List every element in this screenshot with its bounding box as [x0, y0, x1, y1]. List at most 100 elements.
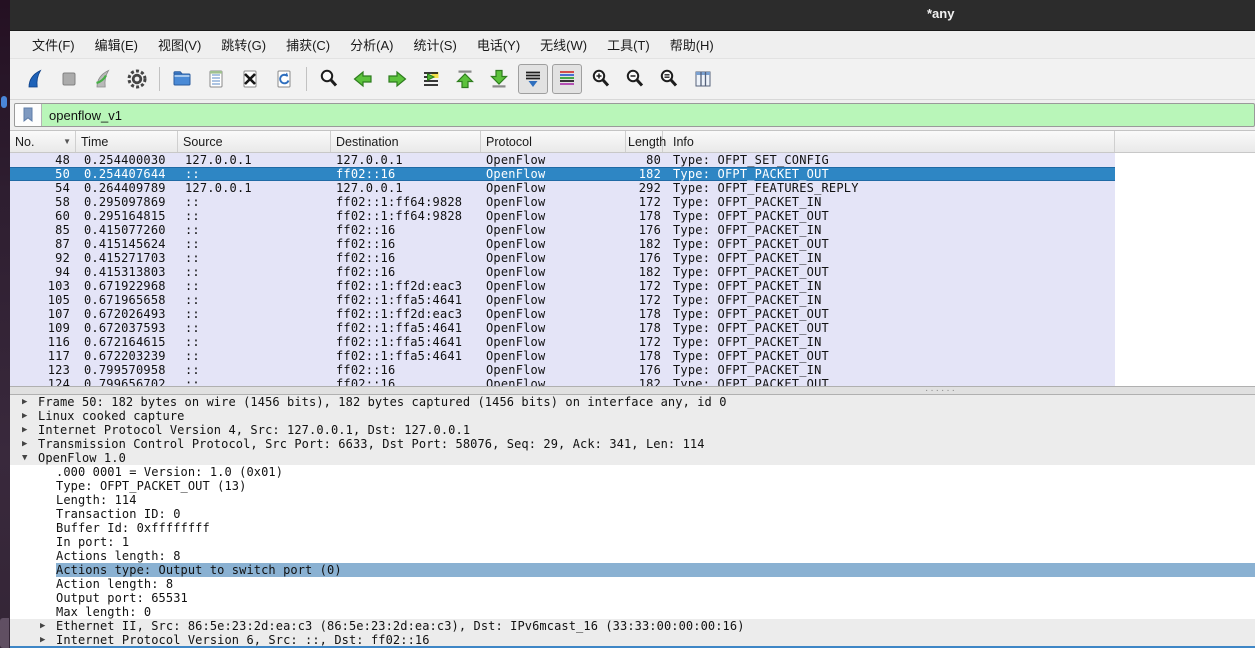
capture-options-gear-icon[interactable]	[122, 64, 152, 94]
column-header-destination[interactable]: Destination	[331, 131, 481, 152]
packet-row[interactable]: 109 0.672037593 :: ff02::1:ffa5:4641 Ope…	[10, 321, 1115, 335]
filter-bookmark-button[interactable]	[15, 104, 42, 126]
packet-row[interactable]: 87 0.415145624 :: ff02::16 OpenFlow 182 …	[10, 237, 1115, 251]
column-header-source[interactable]: Source	[178, 131, 331, 152]
packet-info: Type: OFPT_SET_CONFIG	[673, 153, 829, 167]
detail-row[interactable]: In port: 1	[10, 535, 1255, 549]
column-header-time[interactable]: Time	[76, 131, 178, 152]
expand-arrow-icon[interactable]	[22, 409, 38, 423]
expand-arrow-icon[interactable]	[40, 633, 56, 647]
packet-destination: ff02::1:ffa5:4641	[336, 321, 463, 335]
stop-capture-icon[interactable]	[54, 64, 84, 94]
expand-arrow-icon[interactable]	[22, 437, 38, 451]
packet-row[interactable]: 50 0.254407644 :: ff02::16 OpenFlow 182 …	[10, 167, 1115, 181]
expand-arrow-icon[interactable]	[22, 423, 38, 437]
detail-text: Internet Protocol Version 4, Src: 127.0.…	[38, 423, 471, 437]
packet-protocol: OpenFlow	[486, 209, 546, 223]
expand-arrow-icon[interactable]	[22, 451, 38, 465]
detail-row[interactable]: Transmission Control Protocol, Src Port:…	[10, 437, 1255, 451]
detail-row[interactable]: Max length: 0	[10, 605, 1255, 619]
detail-row[interactable]: Frame 50: 182 bytes on wire (1456 bits),…	[10, 395, 1255, 409]
packet-row[interactable]: 54 0.264409789 127.0.0.1 127.0.0.1 OpenF…	[10, 181, 1115, 195]
pane-splitter[interactable]: ······	[10, 385, 1255, 396]
packet-row[interactable]: 94 0.415313803 :: ff02::16 OpenFlow 182 …	[10, 265, 1115, 279]
packet-row[interactable]: 92 0.415271703 :: ff02::16 OpenFlow 176 …	[10, 251, 1115, 265]
menu-item[interactable]: 帮助(H)	[660, 31, 724, 58]
packet-destination: ff02::16	[336, 167, 396, 181]
packet-row[interactable]: 85 0.415077260 :: ff02::16 OpenFlow 176 …	[10, 223, 1115, 237]
go-first-packet-icon[interactable]	[450, 64, 480, 94]
resize-columns-icon[interactable]	[688, 64, 718, 94]
display-filter-input[interactable]: openflow_v1	[14, 103, 1255, 127]
titlebar[interactable]: *any	[10, 0, 1255, 31]
detail-text: Frame 50: 182 bytes on wire (1456 bits),…	[38, 395, 727, 409]
menu-item[interactable]: 捕获(C)	[276, 31, 340, 58]
packet-row[interactable]: 105 0.671965658 :: ff02::1:ffa5:4641 Ope…	[10, 293, 1115, 307]
close-file-icon[interactable]	[235, 64, 265, 94]
column-header-protocol[interactable]: Protocol	[481, 131, 626, 152]
menu-item[interactable]: 跳转(G)	[211, 31, 276, 58]
packet-protocol: OpenFlow	[486, 195, 546, 209]
detail-row[interactable]: Internet Protocol Version 4, Src: 127.0.…	[10, 423, 1255, 437]
packet-info: Type: OFPT_PACKET_IN	[673, 293, 822, 307]
packet-row[interactable]: 60 0.295164815 :: ff02::1:ff64:9828 Open…	[10, 209, 1115, 223]
packet-protocol: OpenFlow	[486, 321, 546, 335]
restart-capture-icon[interactable]	[88, 64, 118, 94]
auto-scroll-icon[interactable]	[518, 64, 548, 94]
menu-item[interactable]: 无线(W)	[530, 31, 597, 58]
detail-row[interactable]: Ethernet II, Src: 86:5e:23:2d:ea:c3 (86:…	[10, 619, 1255, 633]
detail-row[interactable]: Transaction ID: 0	[10, 507, 1255, 521]
save-file-icon[interactable]	[201, 64, 231, 94]
expand-arrow-icon[interactable]	[22, 395, 38, 409]
menu-item[interactable]: 工具(T)	[597, 31, 660, 58]
packet-protocol: OpenFlow	[486, 377, 546, 386]
packet-row[interactable]: 58 0.295097869 :: ff02::1:ff64:9828 Open…	[10, 195, 1115, 209]
detail-row[interactable]: Type: OFPT_PACKET_OUT (13)	[10, 479, 1255, 493]
menu-item[interactable]: 电话(Y)	[467, 31, 530, 58]
go-forward-icon[interactable]	[382, 64, 412, 94]
menu-item[interactable]: 统计(S)	[403, 31, 466, 58]
zoom-original-icon[interactable]	[654, 64, 684, 94]
expand-arrow-icon[interactable]	[40, 619, 56, 633]
zoom-in-icon[interactable]	[586, 64, 616, 94]
packet-row[interactable]: 48 0.254400030 127.0.0.1 127.0.0.1 OpenF…	[10, 153, 1115, 167]
go-last-packet-icon[interactable]	[484, 64, 514, 94]
detail-row[interactable]: Linux cooked capture	[10, 409, 1255, 423]
start-capture-fin-icon[interactable]	[20, 64, 50, 94]
menu-item[interactable]: 分析(A)	[340, 31, 403, 58]
detail-row[interactable]: Length: 114	[10, 493, 1255, 507]
column-header-length[interactable]: Length	[626, 131, 666, 152]
detail-row[interactable]: Output port: 65531	[10, 591, 1255, 605]
detail-row[interactable]: Actions type: Output to switch port (0)	[10, 563, 1255, 577]
reload-file-icon[interactable]	[269, 64, 299, 94]
detail-row[interactable]: Internet Protocol Version 6, Src: ::, Ds…	[10, 633, 1255, 647]
column-header-no[interactable]: No. ▼	[10, 131, 76, 152]
packet-row[interactable]: 107 0.672026493 :: ff02::1:ff2d:eac3 Ope…	[10, 307, 1115, 321]
column-header-info[interactable]: Info	[663, 131, 1115, 152]
packet-row[interactable]: 123 0.799570958 :: ff02::16 OpenFlow 176…	[10, 363, 1115, 377]
packet-destination: ff02::16	[336, 251, 396, 265]
go-back-icon[interactable]	[348, 64, 378, 94]
colorize-icon[interactable]	[552, 64, 582, 94]
packet-row[interactable]: 117 0.672203239 :: ff02::1:ffa5:4641 Ope…	[10, 349, 1115, 363]
packet-no: 109	[47, 321, 70, 335]
detail-row[interactable]: Buffer Id: 0xffffffff	[10, 521, 1255, 535]
packet-row[interactable]: 116 0.672164615 :: ff02::1:ffa5:4641 Ope…	[10, 335, 1115, 349]
open-file-folder-icon[interactable]	[167, 64, 197, 94]
detail-row[interactable]: .000 0001 = Version: 1.0 (0x01)	[10, 465, 1255, 479]
zoom-out-icon[interactable]	[620, 64, 650, 94]
go-to-packet-icon[interactable]	[416, 64, 446, 94]
menu-item[interactable]: 文件(F)	[22, 31, 85, 58]
detail-row[interactable]: Actions length: 8	[10, 549, 1255, 563]
packet-row[interactable]: 103 0.671922968 :: ff02::1:ff2d:eac3 Ope…	[10, 279, 1115, 293]
packet-time: 0.254407644	[84, 167, 166, 181]
packet-time: 0.415077260	[84, 223, 166, 237]
find-packet-icon[interactable]	[314, 64, 344, 94]
packet-info: Type: OFPT_PACKET_IN	[673, 335, 822, 349]
detail-text: Actions length: 8	[56, 549, 181, 563]
menu-item[interactable]: 编辑(E)	[85, 31, 148, 58]
detail-row[interactable]: Action length: 8	[10, 577, 1255, 591]
menu-item[interactable]: 视图(V)	[148, 31, 211, 58]
detail-row[interactable]: OpenFlow 1.0	[10, 451, 1255, 465]
packet-no: 48	[55, 153, 70, 167]
